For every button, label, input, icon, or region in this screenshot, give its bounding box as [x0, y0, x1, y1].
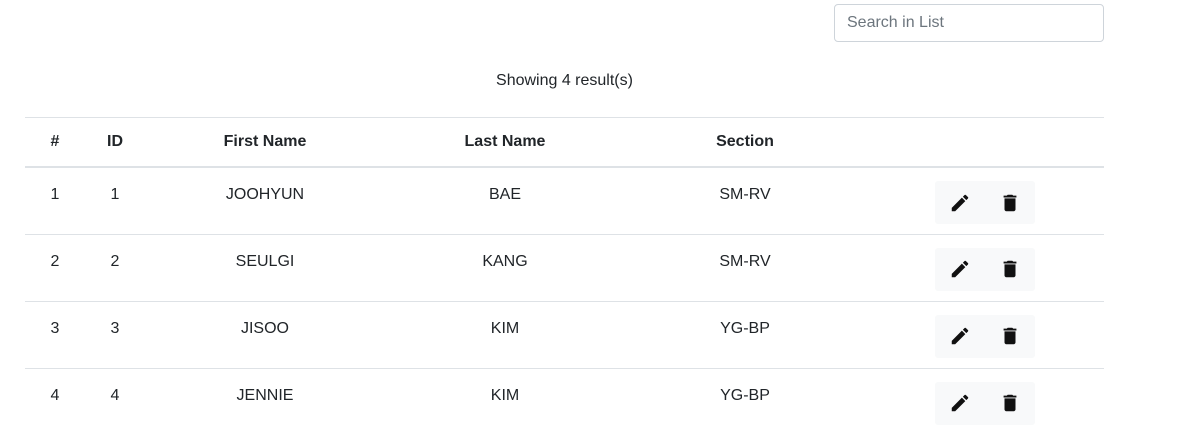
row-actions: [934, 381, 1035, 425]
edit-button[interactable]: [935, 248, 985, 291]
delete-button[interactable]: [985, 315, 1035, 358]
result-count: Showing 4 result(s): [496, 72, 633, 89]
edit-button[interactable]: [935, 315, 985, 358]
header-number: #: [25, 117, 85, 168]
cell-number: 1: [25, 167, 85, 235]
cell-id: 4: [110, 386, 120, 404]
edit-button[interactable]: [935, 382, 985, 425]
delete-button[interactable]: [985, 181, 1035, 224]
delete-button[interactable]: [985, 248, 1035, 291]
row-actions: [934, 314, 1035, 358]
cell-last-name: KIM: [490, 386, 520, 404]
cell-last-name: KIM: [385, 301, 625, 369]
cell-id: 2: [85, 234, 145, 302]
table-row: 4 4 JENNIE KIM YG-BP: [25, 368, 1104, 435]
trash-icon: [1003, 394, 1016, 412]
header-section: Section: [625, 117, 865, 168]
cell-id: 1: [85, 167, 145, 235]
search-input[interactable]: [834, 4, 1104, 42]
cell-number: 3: [25, 301, 85, 369]
cell-actions: [865, 368, 1104, 435]
students-table: # ID First Name Last Name Section 1 1 JO…: [25, 117, 1104, 435]
cell-actions: [865, 167, 1104, 235]
cell-section: YG-BP: [720, 386, 770, 404]
table-row: 3 3 JISOO KIM YG-BP: [25, 301, 1104, 369]
cell-section: SM-RV: [625, 167, 865, 235]
cell-first-name: JOOHYUN: [145, 167, 385, 235]
table-row: 2 2 SEULGI KANG SM-RV: [25, 234, 1104, 302]
pencil-icon: [951, 394, 968, 412]
cell-number: 2: [25, 234, 85, 302]
table-row: 1 1 JOOHYUN BAE SM-RV: [25, 167, 1104, 235]
cell-actions: [865, 301, 1104, 369]
search-container: [834, 4, 1104, 42]
pencil-icon: [951, 194, 968, 211]
trash-icon: [1003, 327, 1016, 345]
edit-button[interactable]: [935, 181, 985, 224]
cell-id: 3: [85, 301, 145, 369]
header-id: ID: [85, 117, 145, 168]
delete-button[interactable]: [985, 382, 1035, 425]
header-actions: [865, 117, 1104, 168]
header-last-name: Last Name: [385, 117, 625, 168]
cell-first-name: SEULGI: [145, 234, 385, 302]
row-actions: [934, 247, 1035, 291]
cell-last-name: KANG: [385, 234, 625, 302]
cell-number: 4: [50, 386, 60, 404]
table-header-row: # ID First Name Last Name Section: [25, 117, 1104, 168]
pencil-icon: [951, 260, 968, 278]
pencil-icon: [951, 327, 968, 345]
cell-actions: [865, 234, 1104, 302]
header-first-name: First Name: [145, 117, 385, 168]
cell-section: YG-BP: [625, 301, 865, 369]
trash-icon: [1003, 194, 1016, 211]
row-actions: [934, 181, 1035, 224]
cell-last-name: BAE: [385, 167, 625, 235]
trash-icon: [1003, 260, 1016, 278]
cell-first-name: JENNIE: [236, 386, 294, 404]
cell-first-name: JISOO: [145, 301, 385, 369]
cell-section: SM-RV: [625, 234, 865, 302]
